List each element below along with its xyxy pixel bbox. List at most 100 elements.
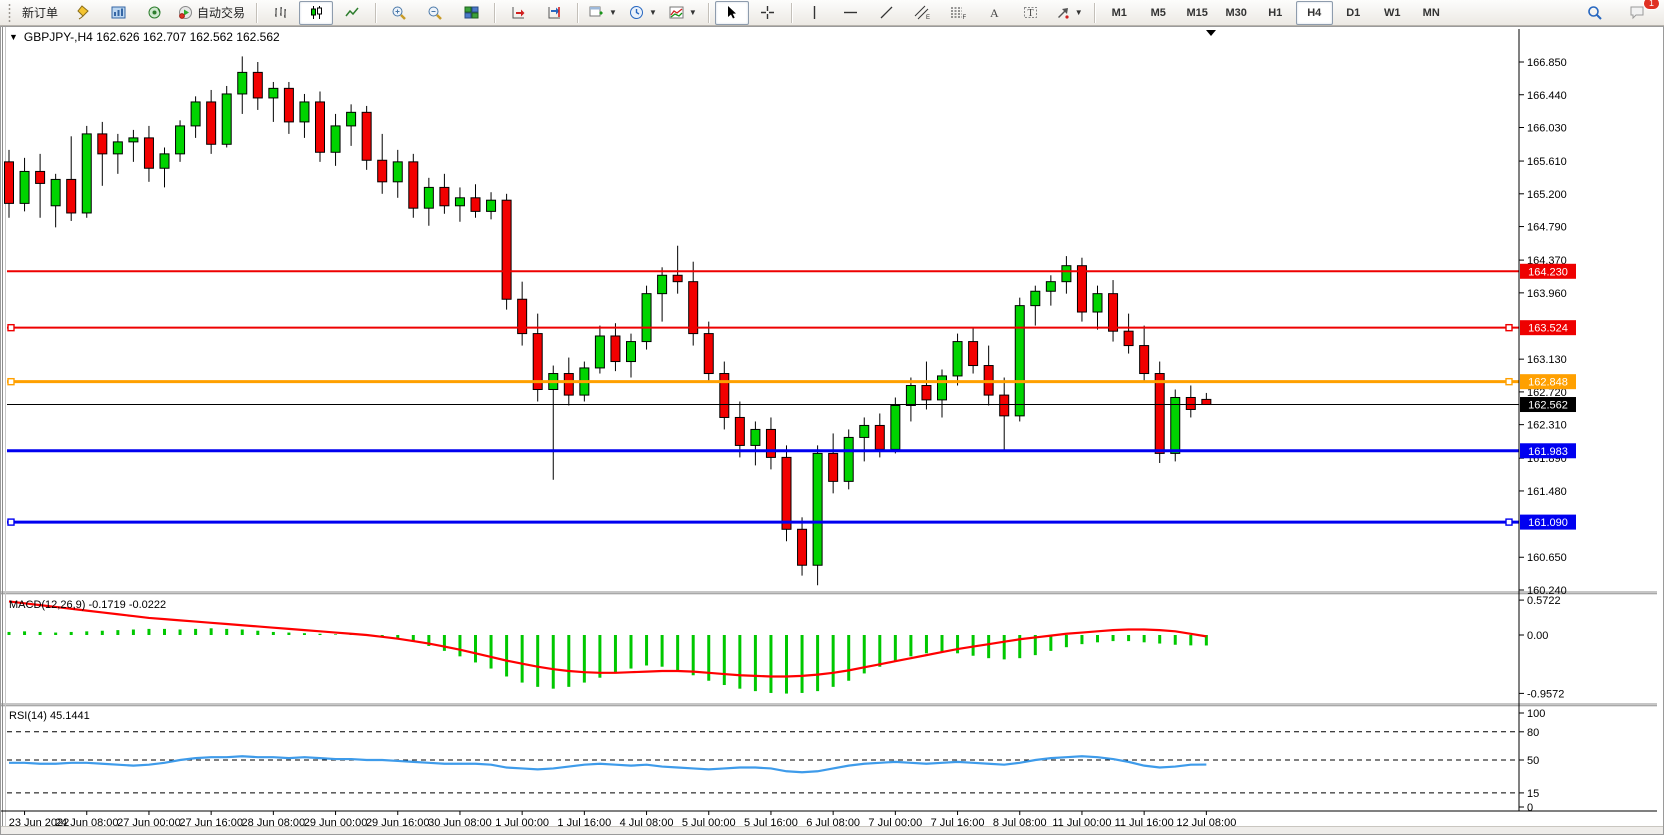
periods-button[interactable]: ▼ [624,1,662,25]
toolbar-separator [494,3,495,23]
svg-text:163.524: 163.524 [1528,323,1568,335]
channel-button[interactable]: E [906,1,940,25]
arrows-icon [1055,5,1070,20]
tile-windows-button[interactable] [454,1,488,25]
svg-text:164.230: 164.230 [1528,266,1568,278]
search-icon [1587,5,1603,21]
chart-canvas[interactable]: 166.850166.440166.030165.610165.200164.7… [1,27,1663,834]
shift-end-icon [511,5,526,20]
macd-indicator-label: MACD(12,26,9) -0.1719 -0.0222 [9,599,166,611]
dropdown-arrow-icon: ▼ [649,8,657,17]
cursor-icon [724,5,739,20]
zoom-in-button[interactable] [382,1,416,25]
svg-text:E: E [926,15,930,20]
tf-h1-button[interactable]: H1 [1257,1,1294,25]
dropdown-arrow-icon: ▼ [609,8,617,17]
trendline-button[interactable] [870,1,904,25]
indicators-button[interactable]: ▼ [664,1,702,25]
svg-text:15: 15 [1527,788,1539,800]
search-button[interactable] [1578,1,1612,25]
collapse-triangle-icon[interactable]: ▼ [9,32,18,42]
toolbar-separator [708,3,709,23]
chart-window: ▼ GBPJPY-,H4 162.626 162.707 162.562 162… [0,26,1664,835]
new-chart-icon [589,5,604,20]
toolbar-separator [577,3,578,23]
new-order-button[interactable]: 新订单 [17,1,63,25]
svg-text:161.983: 161.983 [1528,446,1568,458]
svg-text:100: 100 [1527,708,1545,720]
cursor-button[interactable] [715,1,749,25]
toolbar-separator [375,3,376,23]
window-bottom-edge [1,826,1663,834]
chart-title-text: GBPJPY-,H4 162.626 162.707 162.562 162.5… [24,30,280,44]
line-chart-icon [345,5,360,20]
svg-text:164.790: 164.790 [1527,222,1567,234]
fibonacci-icon: F [950,5,967,20]
notifications-button[interactable]: 1 [1620,1,1654,25]
bar-chart-button[interactable] [263,1,297,25]
tile-windows-icon [464,5,479,20]
auto-scroll-icon [547,5,562,20]
text-icon: A [987,5,1002,20]
bar-end-marker [1206,30,1216,36]
shift-end-button[interactable] [501,1,535,25]
line-chart-button[interactable] [335,1,369,25]
vertical-line-button[interactable] [798,1,832,25]
navigator-button[interactable] [137,1,171,25]
svg-text:160.650: 160.650 [1527,552,1567,564]
fibonacci-button[interactable]: F [942,1,976,25]
dropdown-arrow-icon: ▼ [1075,8,1083,17]
crosshair-button[interactable] [751,1,785,25]
toolbar-separator [1094,3,1095,23]
new-chart-button[interactable]: ▼ [584,1,622,25]
charts-button[interactable] [101,1,135,25]
svg-text:166.030: 166.030 [1527,123,1567,135]
text-label-icon: T [1023,5,1038,20]
svg-text:162.848: 162.848 [1528,377,1568,389]
macd-plot [9,601,1206,693]
kite-button[interactable] [65,1,99,25]
svg-text:A: A [990,6,999,20]
auto-trading-label: 自动交易 [197,4,245,21]
autotrade-icon [178,5,193,20]
horizontal-line-button[interactable] [834,1,868,25]
tf-m1-button[interactable]: M1 [1101,1,1138,25]
auto-scroll-button[interactable] [537,1,571,25]
macd-axis: 0.57220.00-0.9572 [1519,595,1564,700]
text-label-button[interactable]: T [1014,1,1048,25]
crosshair-icon [760,5,775,20]
tf-m15-button[interactable]: M15 [1179,1,1216,25]
tf-mn-button[interactable]: MN [1413,1,1450,25]
auto-trading-button[interactable]: 自动交易 [173,1,250,25]
svg-text:0: 0 [1527,802,1533,814]
candle-chart-button[interactable] [299,1,333,25]
tf-m30-button[interactable]: M30 [1218,1,1255,25]
svg-text:166.850: 166.850 [1527,57,1567,69]
rsi-indicator-label: RSI(14) 45.1441 [9,710,90,722]
tf-h4-button[interactable]: H4 [1296,1,1333,25]
tf-m5-button[interactable]: M5 [1140,1,1177,25]
svg-text:-0.9572: -0.9572 [1527,688,1564,700]
dropdown-arrow-icon: ▼ [689,8,697,17]
toolbar-separator [791,3,792,23]
indicators-icon [669,5,684,20]
kite-icon [75,5,90,20]
rsi-level-lines [7,732,1519,793]
bar-chart-icon [273,5,288,20]
text-button[interactable]: A [978,1,1012,25]
price-lines [7,271,1519,525]
candles [5,56,1211,585]
new-order-label: 新订单 [22,4,58,21]
navigator-icon [147,5,162,20]
svg-text:162.562: 162.562 [1528,400,1568,412]
application-window: 新订单 自动交易 [0,0,1664,835]
zoom-out-icon [427,5,443,21]
arrows-button[interactable]: ▼ [1050,1,1088,25]
tf-d1-button[interactable]: D1 [1335,1,1372,25]
toolbar-grip[interactable] [7,4,12,22]
zoom-out-button[interactable] [418,1,452,25]
svg-text:162.310: 162.310 [1527,420,1567,432]
tf-w1-button[interactable]: W1 [1374,1,1411,25]
svg-text:F: F [963,15,967,20]
chart-title: ▼ GBPJPY-,H4 162.626 162.707 162.562 162… [9,30,280,44]
